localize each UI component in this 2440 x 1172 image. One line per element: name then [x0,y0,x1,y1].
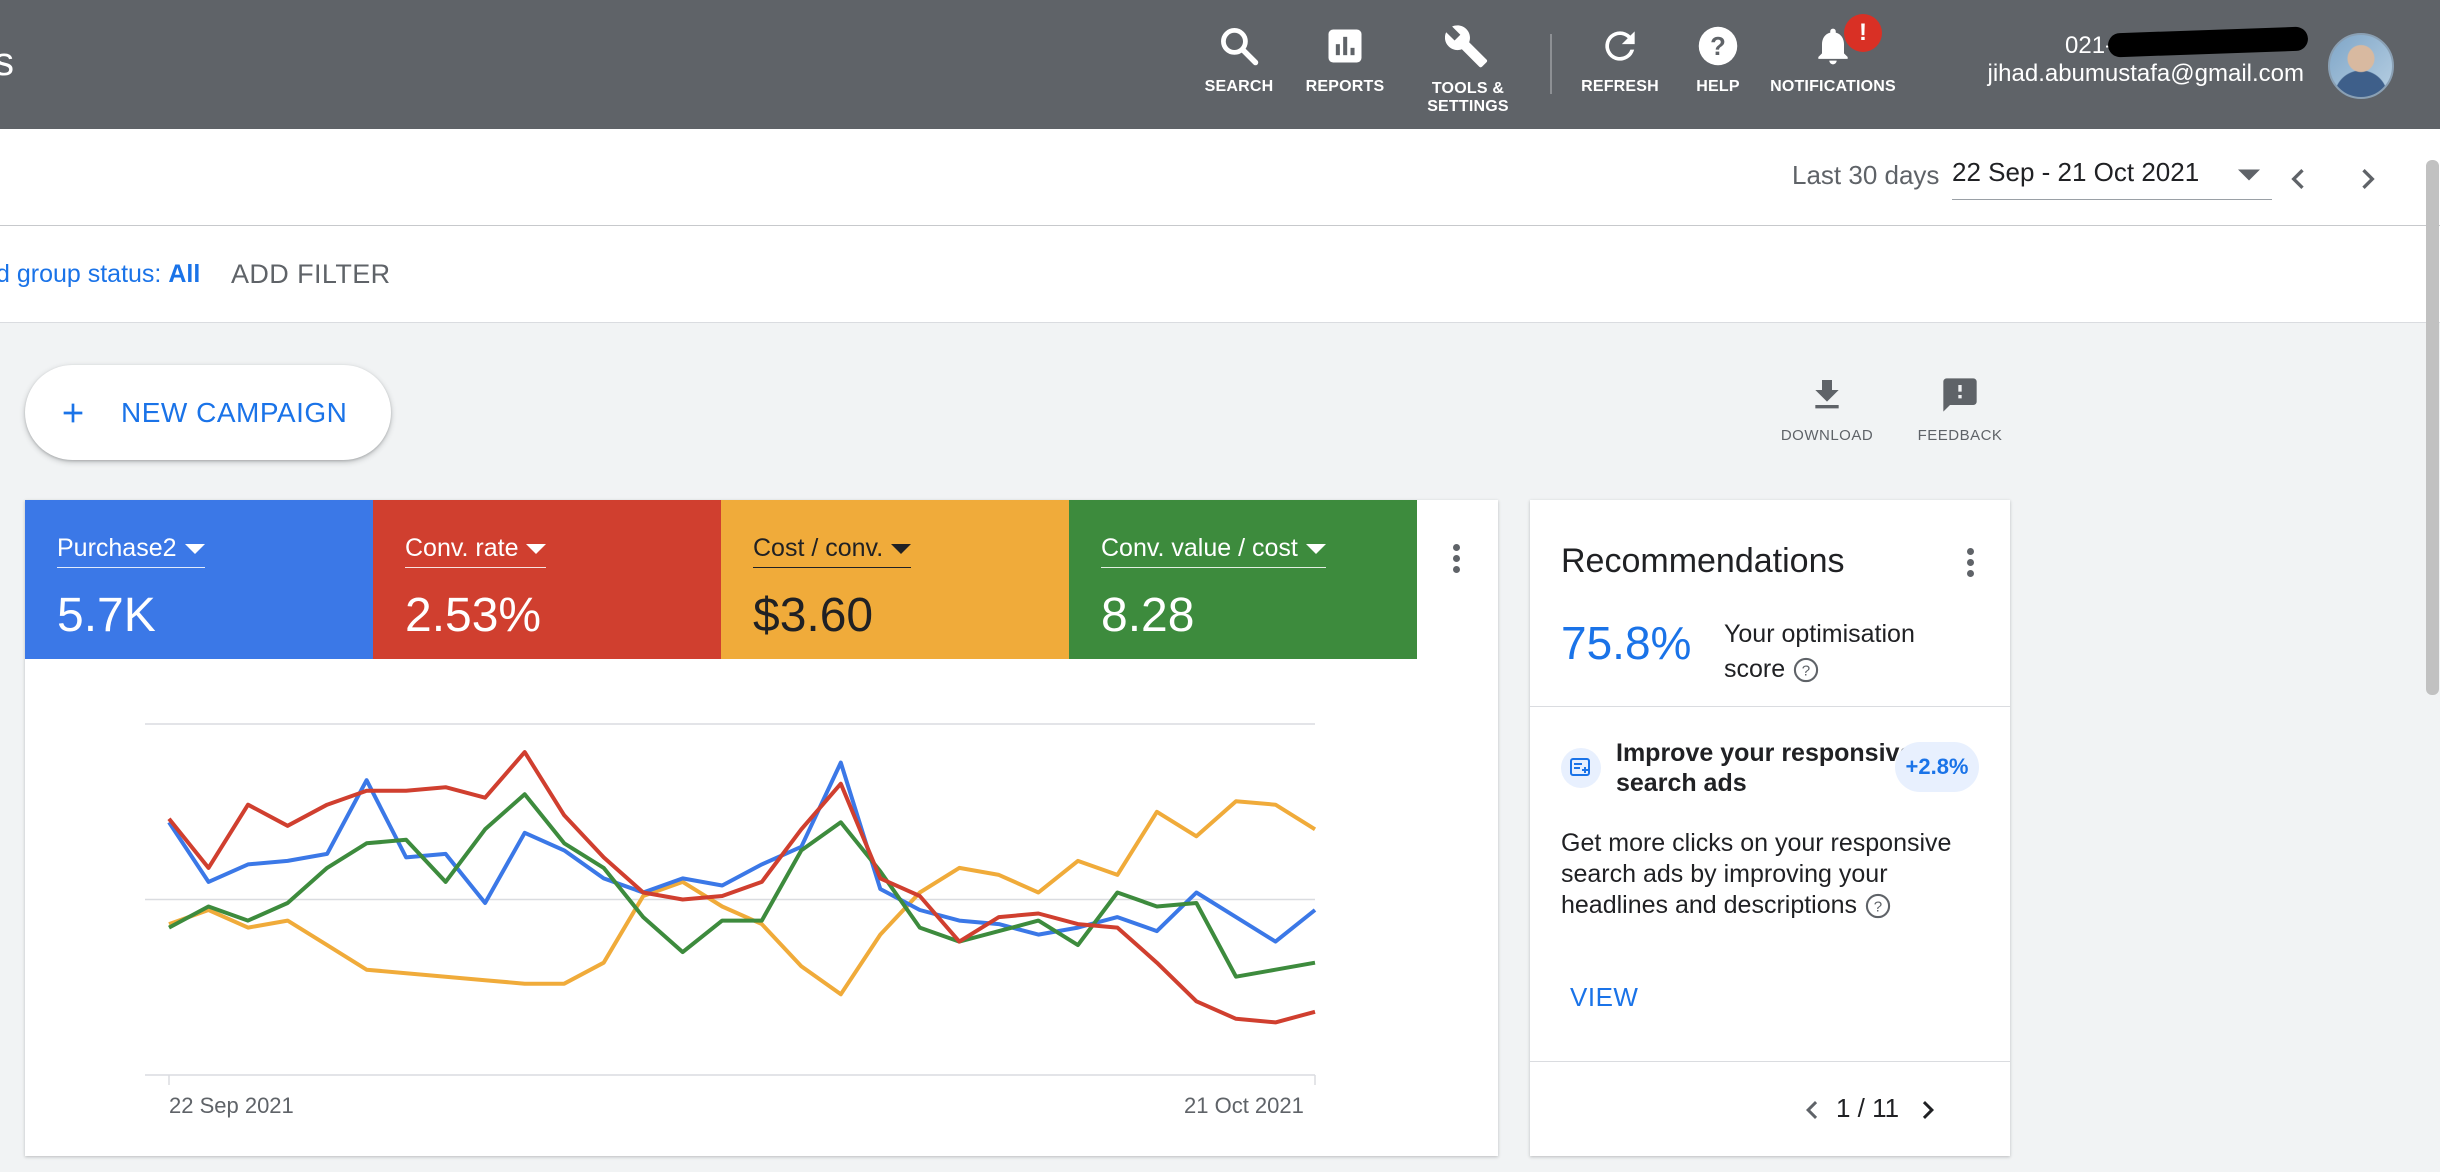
chevron-left-icon[interactable] [1794,1092,1830,1128]
ad-group-status-filter[interactable]: d group status: All [0,260,200,289]
tools-settings-label: TOOLS & SETTINGS [1427,80,1509,115]
metric-card-purchase2[interactable]: Purchase2 5.7K [25,500,373,659]
feedback-icon [1943,378,1977,412]
metric-selector[interactable]: Conv. rate [405,534,547,568]
next-period-icon[interactable] [2348,159,2388,199]
download-button[interactable]: DOWNLOAD [1772,375,1882,444]
metric-label: Purchase2 [57,534,177,562]
dropdown-arrow-icon [1305,544,1326,555]
account-email[interactable]: jihad.abumustafa@gmail.com [1984,60,2304,88]
svg-text:?: ? [1802,663,1810,680]
page-scrollbar[interactable] [2426,160,2439,695]
recommendations-card: Recommendations 75.8% Your optimisation … [1530,500,2010,1156]
download-icon [1815,380,1839,409]
plus-icon [63,403,83,423]
recommendation-title: Improve your responsive search ads [1616,739,1914,797]
date-preset-label: Last 30 days [1792,160,1940,190]
new-campaign-button[interactable]: NEW CAMPAIGN [25,365,391,460]
recommendation-description-text: Get more clicks on your responsive searc… [1561,829,1952,919]
dropdown-arrow-icon [184,544,205,555]
app-title: s [0,40,14,84]
help-icon: ? [1698,26,1738,66]
help-circle-icon[interactable]: ? [1792,656,1820,684]
score-uplift-badge: +2.8% [1895,742,1979,792]
avatar[interactable] [2328,33,2394,99]
dropdown-arrow-icon [526,544,547,555]
metric-label: Conv. value / cost [1101,534,1298,562]
metric-selector[interactable]: Conv. value / cost [1101,534,1326,568]
date-range-bar: Last 30 days 22 Sep - 21 Oct 2021 [0,129,2440,226]
divider [1530,1061,2010,1062]
metric-selector[interactable]: Purchase2 [57,534,205,568]
metric-value: 8.28 [1101,589,1195,642]
dropdown-arrow-icon [2238,169,2260,181]
x-axis-start-label: 22 Sep 2021 [169,1093,294,1118]
filter-chip-value: All [168,260,201,288]
notification-badge: ! [1844,14,1882,52]
date-range-value: 22 Sep - 21 Oct 2021 [1952,157,2200,187]
metric-value: $3.60 [753,589,874,642]
performance-chart-card: Purchase2 5.7K Conv. rate 2.53% Cost / c… [25,500,1498,1156]
svg-text:?: ? [1874,899,1882,916]
divider [1530,706,2010,707]
metric-card-conv-rate[interactable]: Conv. rate 2.53% [373,500,721,659]
notifications-label: NOTIFICATIONS [1770,78,1896,95]
metric-label: Cost / conv. [753,534,884,562]
metric-card-conv-value-cost[interactable]: Conv. value / cost 8.28 [1069,500,1417,659]
responsive-ads-icon [1561,748,1601,788]
previous-period-icon[interactable] [2278,159,2318,199]
date-range-selector[interactable]: 22 Sep - 21 Oct 2021 [1952,157,2272,200]
recommendations-title: Recommendations [1561,542,1845,580]
metric-value: 2.53% [405,589,542,642]
metric-card-cost-per-conv[interactable]: Cost / conv. $3.60 [721,500,1069,659]
svg-text:?: ? [1710,33,1726,61]
feedback-label: FEEDBACK [1917,427,2003,444]
new-campaign-label: NEW CAMPAIGN [121,397,348,428]
reports-icon [1328,29,1362,63]
view-recommendation-button[interactable]: VIEW [1570,982,1638,1013]
recommendations-more-options-icon[interactable] [1960,544,1980,588]
x-axis-end-label: 21 Oct 2021 [1184,1093,1304,1118]
filter-bar: d group status: All ADD FILTER [0,226,2440,323]
recommendation-pager: 1 / 11 [1836,1093,1900,1123]
dropdown-arrow-icon [891,544,912,555]
tools-settings-button[interactable]: TOOLS & SETTINGS [1393,24,1543,116]
filter-chip-label: d group status: [0,260,169,288]
help-circle-icon[interactable]: ? [1864,892,1892,920]
metric-value: 5.7K [57,589,156,642]
chevron-right-icon[interactable] [1910,1092,1946,1128]
notifications-button[interactable]: ! NOTIFICATIONS [1758,14,1908,96]
recommendation-description: Get more clicks on your responsive searc… [1561,828,1981,921]
add-filter-button[interactable]: ADD FILTER [231,259,391,290]
chart-more-options-icon[interactable] [1446,540,1466,584]
optimisation-score-text: Your optimisation score ? [1724,617,1974,687]
series-line-conv-rate [167,750,1316,1025]
top-bar: s SEARCH REPORTS TOOLS & SETTINGS REFRES… [0,0,2440,129]
optimisation-score-value: 75.8% [1561,617,1692,669]
metric-label: Conv. rate [405,534,519,562]
download-label: DOWNLOAD [1780,427,1874,444]
search-icon [1221,28,1259,66]
feedback-button[interactable]: FEEDBACK [1905,375,2015,444]
wrench-icon [1445,25,1488,68]
metric-selector[interactable]: Cost / conv. [753,534,912,568]
line-chart [145,723,1317,1085]
refresh-icon [1605,31,1635,61]
